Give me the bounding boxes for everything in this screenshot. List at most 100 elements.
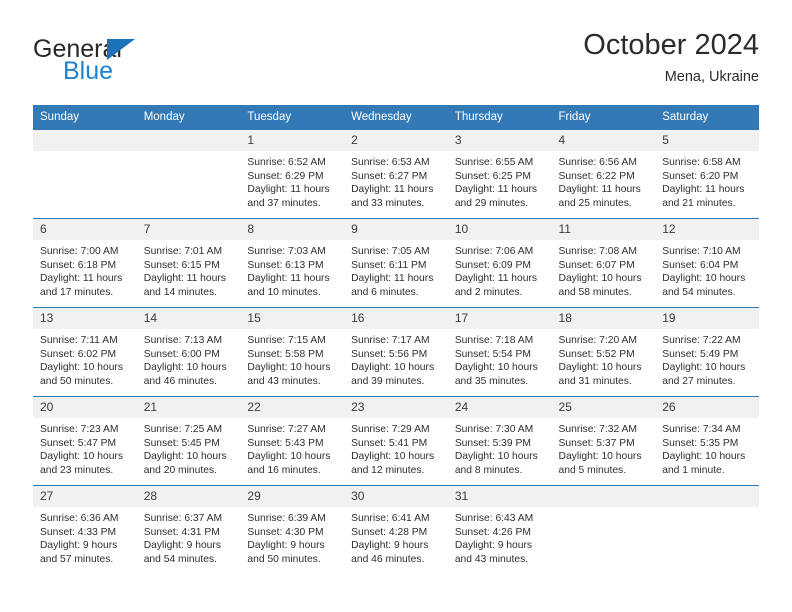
day-details: Sunrise: 7:17 AM Sunset: 5:56 PM Daylight:… bbox=[344, 329, 448, 388]
sunrise-text: Sunrise: 7:00 AM bbox=[40, 246, 119, 257]
day-number bbox=[136, 130, 241, 151]
calendar-day-cell[interactable]: 29 Sunrise: 6:39 AM Sunset: 4:30 PM Dayligh… bbox=[240, 485, 345, 578]
sunset-text: Sunset: 6:27 PM bbox=[351, 170, 428, 182]
calendar-day-cell[interactable]: 25 Sunrise: 7:32 AM Sunset: 5:37 PM Dayligh… bbox=[551, 396, 656, 486]
calendar-day-cell[interactable]: 26 Sunrise: 7:34 AM Sunset: 5:35 PM Dayligh… bbox=[655, 396, 759, 486]
sunrise-text: Sunrise: 7:23 AM bbox=[40, 424, 119, 435]
sunset-text: Sunset: 5:43 PM bbox=[247, 437, 324, 449]
calendar-day-cell[interactable]: 16 Sunrise: 7:17 AM Sunset: 5:56 PM Dayligh… bbox=[344, 307, 448, 397]
daylight-text: Daylight: 10 hours and 5 minutes. bbox=[558, 451, 642, 476]
sunset-text: Sunset: 6:29 PM bbox=[247, 170, 324, 182]
page-title: October 2024 bbox=[583, 29, 759, 61]
sunset-text: Sunset: 5:45 PM bbox=[143, 437, 220, 449]
calendar-day-cell[interactable]: 4 Sunrise: 6:56 AM Sunset: 6:22 PM Daylight… bbox=[551, 129, 656, 219]
calendar-day-cell[interactable]: 13 Sunrise: 7:11 AM Sunset: 6:02 PM Dayligh… bbox=[33, 307, 137, 397]
day-details: Sunrise: 6:55 AM Sunset: 6:25 PM Daylight:… bbox=[448, 151, 552, 210]
sunrise-text: Sunrise: 7:30 AM bbox=[454, 424, 534, 435]
calendar-day-cell[interactable]: 8 Sunrise: 7:03 AM Sunset: 6:13 PM Daylight… bbox=[240, 218, 345, 308]
calendar-day-cell[interactable]: 15 Sunrise: 7:15 AM Sunset: 5:58 PM Dayligh… bbox=[240, 307, 345, 397]
day-details: Sunrise: 6:37 AM Sunset: 4:31 PM Daylight:… bbox=[137, 507, 241, 566]
daylight-text: Daylight: 10 hours and 43 minutes. bbox=[247, 362, 331, 387]
day-details: Sunrise: 7:13 AM Sunset: 6:00 PM Daylight:… bbox=[137, 329, 241, 388]
day-details: Sunrise: 7:32 AM Sunset: 5:37 PM Daylight:… bbox=[552, 418, 656, 477]
calendar-day-cell[interactable]: 11 Sunrise: 7:08 AM Sunset: 6:07 PM Dayligh… bbox=[551, 218, 656, 308]
day-number: 5 bbox=[655, 130, 759, 151]
daylight-text: Daylight: 9 hours and 50 minutes. bbox=[247, 540, 325, 565]
day-number: 2 bbox=[344, 130, 448, 151]
calendar-week-row: 13 Sunrise: 7:11 AM Sunset: 6:02 PM Dayligh… bbox=[33, 307, 759, 397]
brand-logo[interactable]: General Blue bbox=[33, 36, 213, 92]
page-header: General Blue October 2024 Mena, Ukraine bbox=[33, 28, 759, 100]
sunrise-text: Sunrise: 6:58 AM bbox=[662, 157, 741, 168]
day-details: Sunrise: 7:10 AM Sunset: 6:04 PM Daylight:… bbox=[655, 240, 759, 299]
calendar-day-cell[interactable]: 14 Sunrise: 7:13 AM Sunset: 6:00 PM Dayligh… bbox=[136, 307, 241, 397]
day-details: Sunrise: 7:34 AM Sunset: 5:35 PM Daylight:… bbox=[655, 418, 759, 477]
sunset-text: Sunset: 5:39 PM bbox=[454, 437, 531, 449]
sunset-text: Sunset: 4:26 PM bbox=[454, 526, 531, 538]
day-number: 17 bbox=[447, 308, 552, 329]
calendar-day-cell[interactable]: 6 Sunrise: 7:00 AM Sunset: 6:18 PM Daylight… bbox=[33, 218, 137, 308]
calendar-day-cell[interactable]: 24 Sunrise: 7:30 AM Sunset: 5:39 PM Dayligh… bbox=[447, 396, 552, 486]
calendar-day-cell[interactable]: 12 Sunrise: 7:10 AM Sunset: 6:04 PM Dayligh… bbox=[655, 218, 759, 308]
calendar-day-cell[interactable]: 27 Sunrise: 6:36 AM Sunset: 4:33 PM Dayligh… bbox=[33, 485, 137, 578]
calendar-day-cell-empty bbox=[136, 129, 241, 219]
calendar-day-cell[interactable]: 5 Sunrise: 6:58 AM Sunset: 6:20 PM Daylight… bbox=[655, 129, 759, 219]
sunset-text: Sunset: 4:30 PM bbox=[247, 526, 324, 538]
calendar-week-row: 6 Sunrise: 7:00 AM Sunset: 6:18 PM Daylight… bbox=[33, 218, 759, 308]
daylight-text: Daylight: 11 hours and 17 minutes. bbox=[40, 273, 123, 298]
daylight-text: Daylight: 11 hours and 21 minutes. bbox=[662, 184, 745, 209]
calendar-day-cell[interactable]: 30 Sunrise: 6:41 AM Sunset: 4:28 PM Dayligh… bbox=[344, 485, 448, 578]
sunrise-text: Sunrise: 6:41 AM bbox=[351, 513, 430, 524]
sunrise-text: Sunrise: 7:34 AM bbox=[662, 424, 741, 435]
calendar-body: 1 Sunrise: 6:52 AM Sunset: 6:29 PM Daylight… bbox=[33, 129, 759, 578]
calendar-day-cell[interactable]: 19 Sunrise: 7:22 AM Sunset: 5:49 PM Dayligh… bbox=[655, 307, 759, 397]
day-number: 29 bbox=[240, 486, 345, 507]
day-details: Sunrise: 6:36 AM Sunset: 4:33 PM Daylight:… bbox=[33, 507, 137, 566]
day-number: 9 bbox=[344, 219, 448, 240]
calendar-day-cell[interactable]: 7 Sunrise: 7:01 AM Sunset: 6:15 PM Daylight… bbox=[136, 218, 241, 308]
calendar-day-cell[interactable]: 23 Sunrise: 7:29 AM Sunset: 5:41 PM Dayligh… bbox=[344, 396, 448, 486]
calendar-week-row: 1 Sunrise: 6:52 AM Sunset: 6:29 PM Daylight… bbox=[33, 129, 759, 219]
day-details: Sunrise: 6:41 AM Sunset: 4:28 PM Daylight:… bbox=[344, 507, 448, 566]
sunrise-text: Sunrise: 6:52 AM bbox=[247, 157, 326, 168]
calendar-day-cell[interactable]: 18 Sunrise: 7:20 AM Sunset: 5:52 PM Dayligh… bbox=[551, 307, 656, 397]
daylight-text: Daylight: 10 hours and 8 minutes. bbox=[454, 451, 538, 476]
daylight-text: Daylight: 11 hours and 33 minutes. bbox=[351, 184, 434, 209]
calendar-day-cell[interactable]: 20 Sunrise: 7:23 AM Sunset: 5:47 PM Dayligh… bbox=[33, 396, 137, 486]
day-details: Sunrise: 7:11 AM Sunset: 6:02 PM Daylight:… bbox=[33, 329, 137, 388]
day-number: 8 bbox=[240, 219, 345, 240]
calendar-day-cell-empty bbox=[33, 129, 137, 219]
sunrise-text: Sunrise: 7:08 AM bbox=[558, 246, 637, 257]
calendar-day-cell[interactable]: 10 Sunrise: 7:06 AM Sunset: 6:09 PM Dayligh… bbox=[447, 218, 552, 308]
sunset-text: Sunset: 6:15 PM bbox=[143, 259, 220, 271]
calendar-day-cell[interactable]: 21 Sunrise: 7:25 AM Sunset: 5:45 PM Dayligh… bbox=[136, 396, 241, 486]
sunset-text: Sunset: 5:49 PM bbox=[662, 348, 739, 360]
calendar-day-cell[interactable]: 28 Sunrise: 6:37 AM Sunset: 4:31 PM Dayligh… bbox=[136, 485, 241, 578]
day-number: 16 bbox=[344, 308, 448, 329]
day-number: 30 bbox=[344, 486, 448, 507]
calendar-day-cell[interactable]: 9 Sunrise: 7:05 AM Sunset: 6:11 PM Daylight… bbox=[344, 218, 448, 308]
weekday-header-thursday: Thursday bbox=[447, 105, 552, 130]
calendar-day-cell[interactable]: 1 Sunrise: 6:52 AM Sunset: 6:29 PM Daylight… bbox=[240, 129, 345, 219]
day-number: 31 bbox=[447, 486, 552, 507]
sunset-text: Sunset: 4:33 PM bbox=[40, 526, 117, 538]
day-details: Sunrise: 6:39 AM Sunset: 4:30 PM Daylight:… bbox=[240, 507, 344, 566]
day-details: Sunrise: 6:56 AM Sunset: 6:22 PM Daylight:… bbox=[552, 151, 656, 210]
day-number: 11 bbox=[551, 219, 656, 240]
day-number: 26 bbox=[655, 397, 759, 418]
calendar-week-row: 27 Sunrise: 6:36 AM Sunset: 4:33 PM Dayligh… bbox=[33, 485, 759, 578]
day-number: 27 bbox=[33, 486, 137, 507]
daylight-text: Daylight: 10 hours and 58 minutes. bbox=[558, 273, 642, 298]
daylight-text: Daylight: 10 hours and 31 minutes. bbox=[558, 362, 642, 387]
brand-name-blue: Blue bbox=[63, 57, 114, 85]
calendar-day-cell[interactable]: 3 Sunrise: 6:55 AM Sunset: 6:25 PM Daylight… bbox=[447, 129, 552, 219]
calendar-day-cell[interactable]: 2 Sunrise: 6:53 AM Sunset: 6:27 PM Daylight… bbox=[344, 129, 448, 219]
calendar-day-cell[interactable]: 31 Sunrise: 6:43 AM Sunset: 4:26 PM Dayligh… bbox=[447, 485, 552, 578]
sunrise-text: Sunrise: 7:25 AM bbox=[143, 424, 223, 435]
day-number: 19 bbox=[655, 308, 759, 329]
calendar-day-cell[interactable]: 22 Sunrise: 7:27 AM Sunset: 5:43 PM Dayligh… bbox=[240, 396, 345, 486]
weekday-header-tuesday: Tuesday bbox=[240, 105, 345, 130]
sunset-text: Sunset: 6:13 PM bbox=[247, 259, 324, 271]
calendar-day-cell[interactable]: 17 Sunrise: 7:18 AM Sunset: 5:54 PM Dayligh… bbox=[447, 307, 552, 397]
sunset-text: Sunset: 5:58 PM bbox=[247, 348, 324, 360]
